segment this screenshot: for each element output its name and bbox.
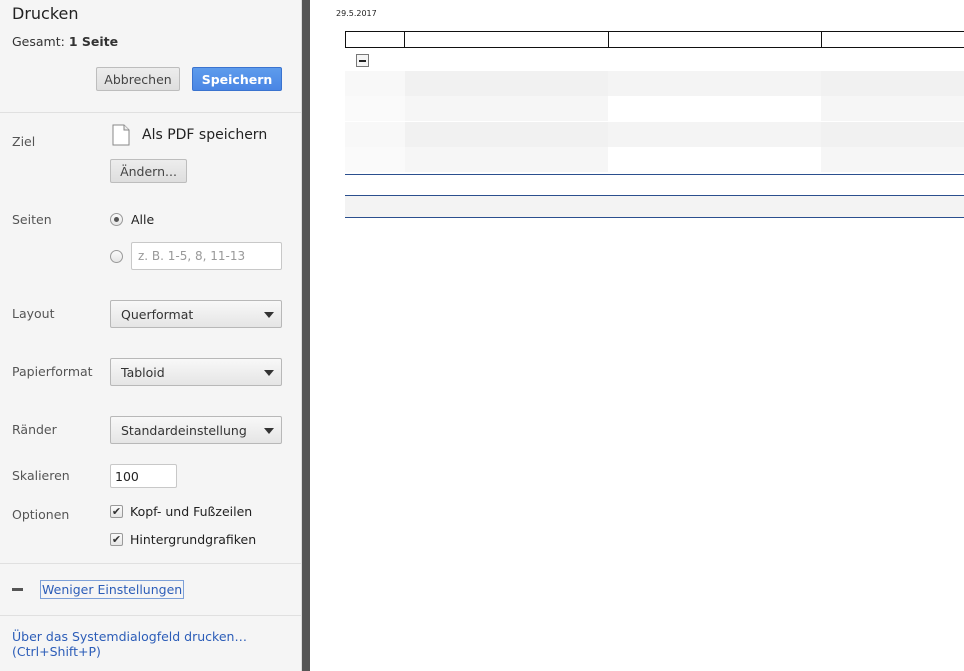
table-row: [345, 71, 964, 96]
layout-label: Layout: [12, 306, 55, 321]
table-cell: [345, 122, 405, 147]
table-cell: [405, 96, 608, 121]
table-row: [345, 147, 964, 172]
destination-name: Als PDF speichern: [142, 127, 268, 143]
divider: [0, 615, 301, 616]
collapse-settings-icon[interactable]: [12, 588, 23, 591]
page-count: Gesamt: 1 Seite: [12, 34, 118, 49]
divider: [0, 563, 301, 564]
paper-size-select[interactable]: Tabloid: [110, 358, 282, 386]
options-label: Optionen: [12, 507, 70, 522]
preview-table-header: [345, 31, 964, 48]
system-dialog-link-text: Über das Systemdialogfeld drucken…: [12, 629, 247, 644]
divider: [0, 112, 301, 113]
table-cell: [608, 122, 821, 147]
table-cell: [821, 71, 964, 96]
table-cell: [821, 122, 964, 147]
table-row: [345, 96, 964, 121]
page-count-value: 1 Seite: [68, 34, 119, 49]
pages-all-radio[interactable]: [110, 213, 123, 226]
margins-label: Ränder: [12, 422, 57, 437]
collapse-group-icon: [356, 54, 369, 67]
print-preview-area: 29.5.2017: [310, 0, 964, 671]
margins-value: Standardeinstellung: [121, 423, 247, 438]
table-cell: [608, 71, 821, 96]
paper-size-label: Papierformat: [12, 364, 93, 379]
margins-select[interactable]: Standardeinstellung: [110, 416, 282, 444]
table-cell: [405, 147, 608, 172]
table-cell: [345, 71, 405, 96]
headers-footers-checkbox[interactable]: ✔: [110, 505, 123, 518]
table-rule: [345, 174, 964, 175]
change-destination-button[interactable]: Ändern...: [110, 159, 187, 183]
panel-splitter[interactable]: [302, 0, 310, 671]
pages-label: Seiten: [12, 212, 52, 227]
headers-footers-label: Kopf- und Fußzeilen: [130, 504, 253, 519]
chevron-down-icon: [264, 428, 274, 434]
document-icon: [112, 124, 130, 146]
system-dialog-link[interactable]: Über das Systemdialogfeld drucken… (Ctrl…: [12, 629, 247, 659]
table-cell: [821, 96, 964, 121]
table-cell: [405, 122, 608, 147]
table-cell: [405, 71, 608, 96]
table-column-divider: [404, 32, 405, 47]
table-cell: [345, 147, 405, 172]
table-cell: [608, 147, 821, 172]
table-rule: [345, 195, 964, 196]
table-column-divider: [821, 32, 822, 47]
scale-input[interactable]: 100: [110, 464, 177, 488]
table-rule: [345, 217, 964, 218]
save-button[interactable]: Speichern: [192, 67, 282, 91]
background-graphics-label: Hintergrundgrafiken: [130, 532, 257, 547]
table-footer-band: [345, 196, 964, 217]
table-cell: [608, 96, 821, 121]
page-header-date: 29.5.2017: [336, 9, 377, 18]
background-graphics-checkbox[interactable]: ✔: [110, 533, 123, 546]
table-cell: [345, 96, 405, 121]
pages-all-label: Alle: [131, 212, 155, 227]
scale-label: Skalieren: [12, 468, 70, 483]
dialog-title: Drucken: [12, 4, 79, 23]
system-dialog-shortcut: (Ctrl+Shift+P): [12, 644, 101, 659]
layout-value: Querformat: [121, 307, 194, 322]
cancel-button[interactable]: Abbrechen: [96, 67, 180, 91]
paper-size-value: Tabloid: [121, 365, 165, 380]
table-row: [345, 122, 964, 147]
pages-range-radio[interactable]: [110, 250, 123, 263]
print-settings-sidebar: Drucken Gesamt: 1 Seite Abbrechen Speich…: [0, 0, 302, 671]
chevron-down-icon: [264, 312, 274, 318]
chevron-down-icon: [264, 370, 274, 376]
layout-select[interactable]: Querformat: [110, 300, 282, 328]
pages-range-input[interactable]: z. B. 1-5, 8, 11-13: [131, 242, 282, 270]
page-count-prefix: Gesamt:: [12, 34, 65, 49]
destination-label: Ziel: [12, 134, 36, 149]
table-cell: [821, 147, 964, 172]
fewer-settings-link[interactable]: Weniger Einstellungen: [40, 580, 185, 599]
table-column-divider: [608, 32, 609, 47]
